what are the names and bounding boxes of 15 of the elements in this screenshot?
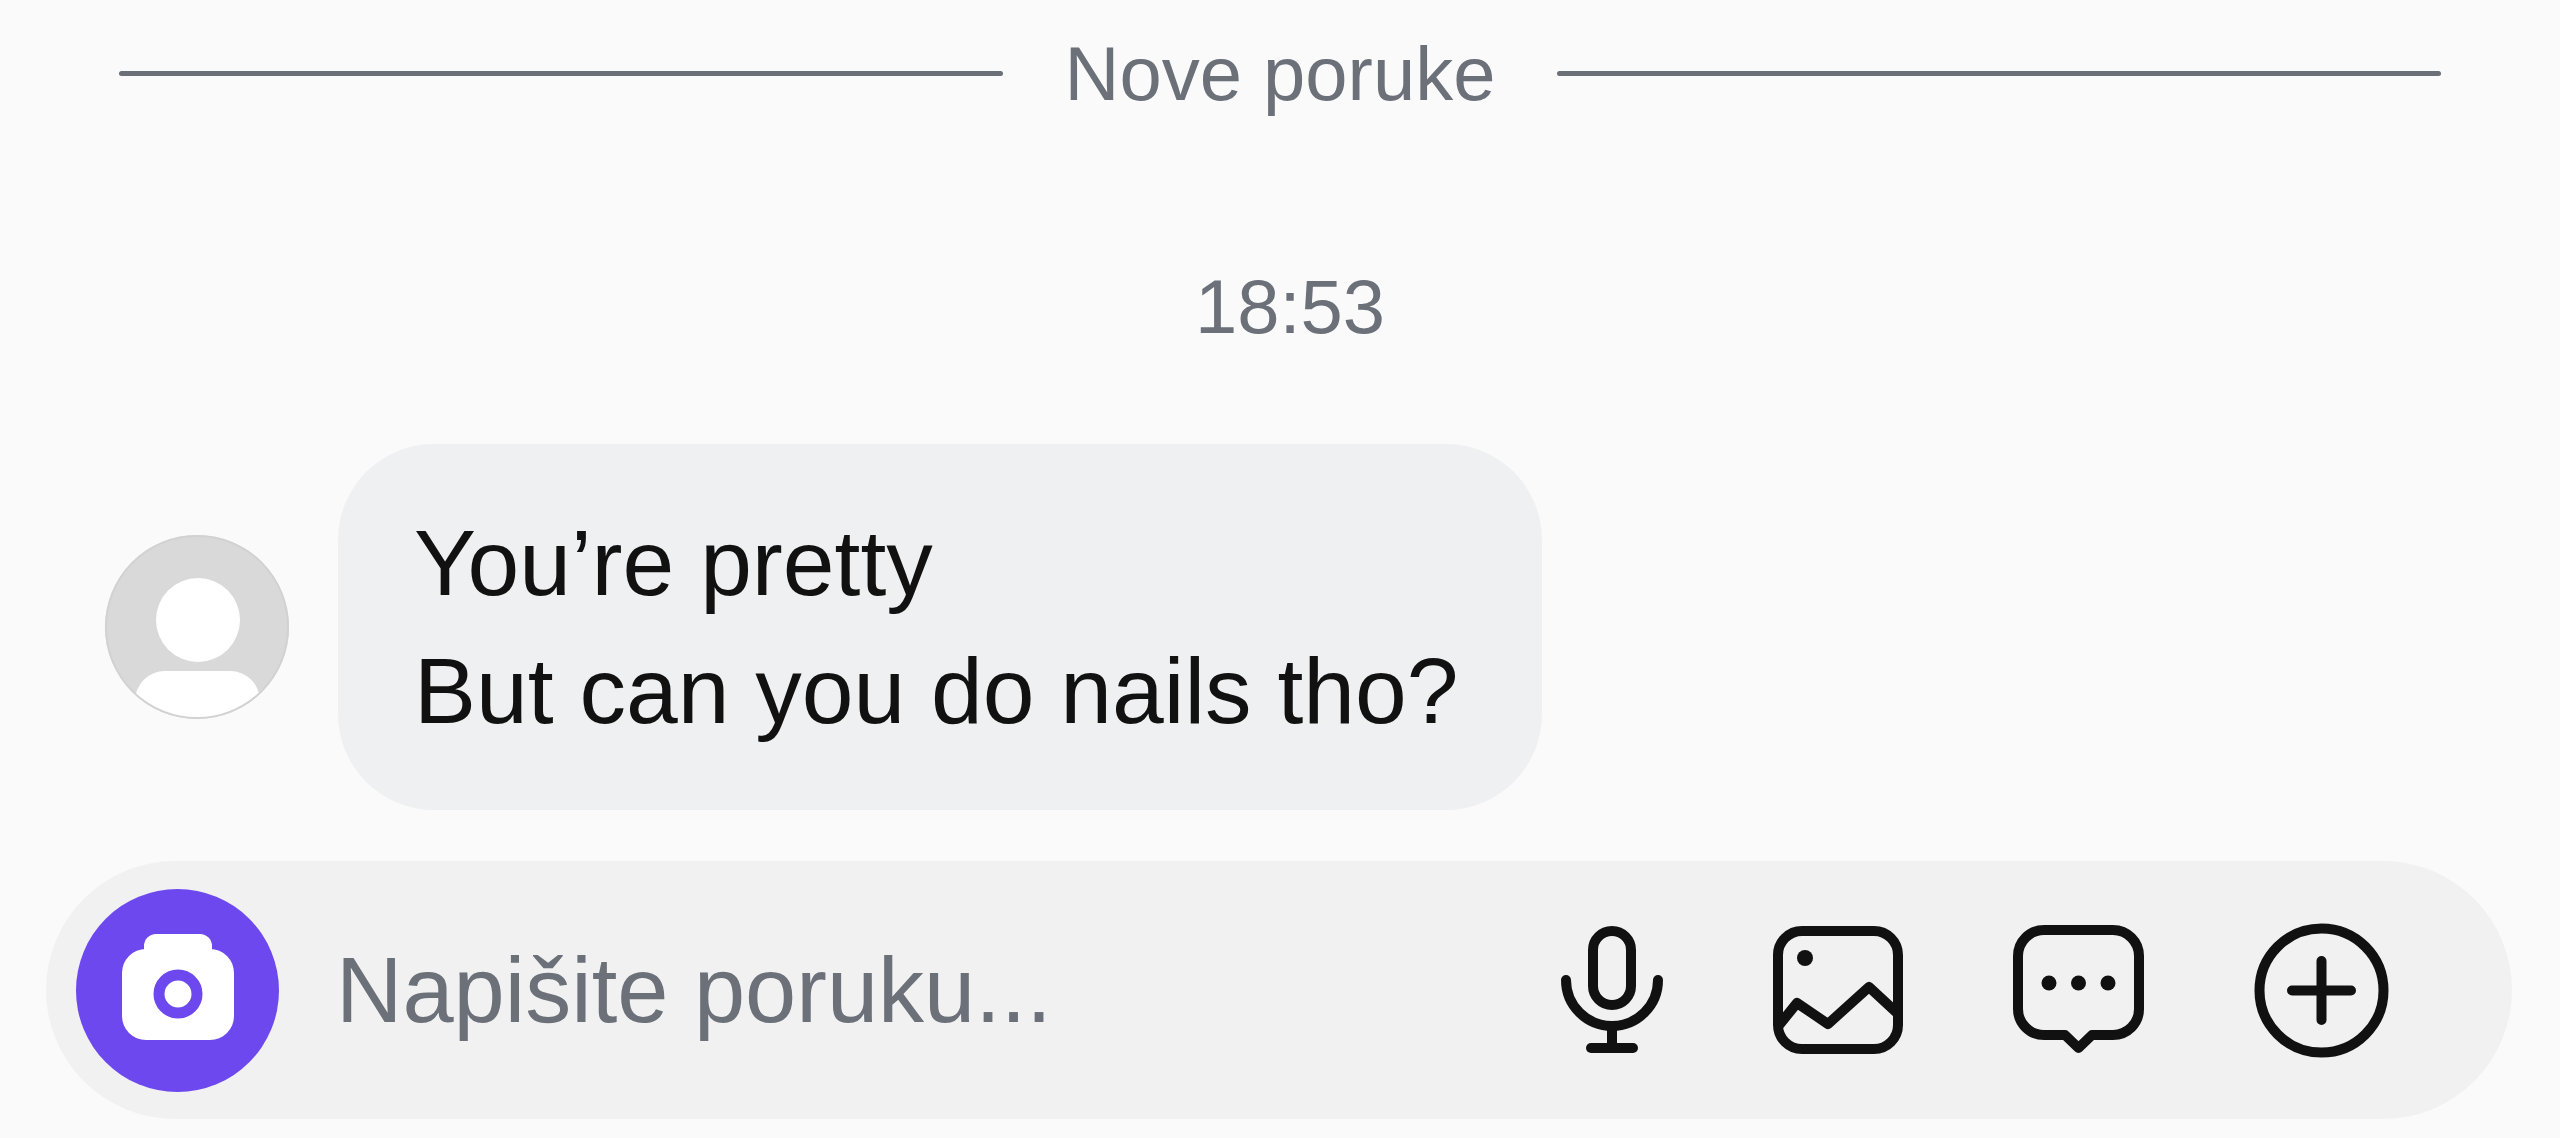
microphone-button[interactable] — [1561, 926, 1663, 1055]
chat-bubble-button[interactable] — [2013, 925, 2144, 1056]
plus-circle-icon — [2254, 922, 2389, 1058]
chat-bubble-icon — [2013, 925, 2144, 1056]
camera-icon — [121, 934, 234, 1041]
add-button[interactable] — [2254, 922, 2389, 1058]
microphone-icon — [1561, 926, 1663, 1055]
message-text: But can you do nails tho? — [414, 638, 1459, 746]
image-button[interactable] — [1773, 926, 1903, 1055]
message-text: You’re pretty — [414, 510, 933, 618]
new-messages-label: Nove poruke — [1064, 30, 1496, 118]
avatar-icon — [105, 535, 289, 720]
message-input[interactable]: Napišite poruku... — [336, 930, 1521, 1051]
message-timestamp: 18:53 — [1194, 263, 1386, 352]
image-icon — [1773, 926, 1903, 1055]
